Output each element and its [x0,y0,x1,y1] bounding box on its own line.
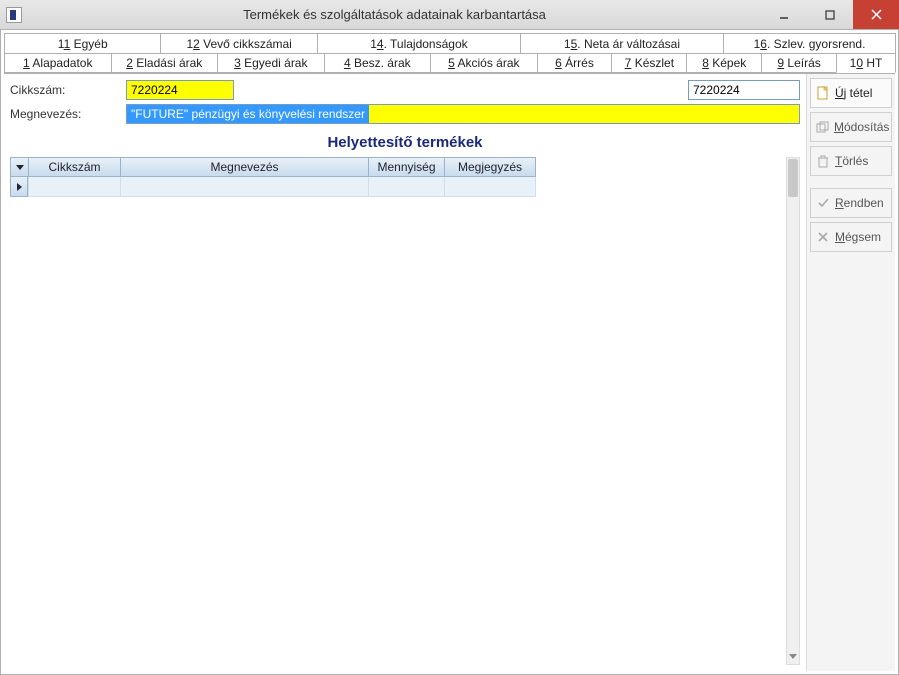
tab-12-vevo[interactable]: 12 Vevő cikkszámai [160,33,317,53]
scrollbar-vertical[interactable] [786,157,800,665]
scrollbar-down-icon[interactable] [787,649,799,663]
button-torles[interactable]: Törlés [810,146,892,176]
cell-cikkszam[interactable] [28,177,120,197]
grid-wrap: Cikkszám Megnevezés Mennyiség Megjegyzés [10,157,800,665]
tab-16-szlev[interactable]: 16. Szlev. gyorsrend. [723,33,896,53]
grid-header: Cikkszám Megnevezés Mennyiség Megjegyzés [10,157,786,177]
cell-mennyiseg[interactable] [368,177,444,197]
side-pane: Új tétel Módosítás Törlés Rendben [807,74,895,671]
cancel-icon [816,231,830,243]
button-rendben[interactable]: Rendben [810,188,892,218]
app-icon [6,7,22,23]
tab-row-lower: 1 Alapadatok 2 Eladási árak 3 Egyedi ára… [4,53,895,73]
form-area: Cikkszám: Megnevezés: "FUTURE" pénzügyi … [4,74,806,130]
input-cikkszam[interactable] [126,80,234,100]
window-body: 11 Egyéb 12 Vevő cikkszámai 14. Tulajdon… [0,30,899,675]
grid-row[interactable] [10,177,786,197]
tabs: 11 Egyéb 12 Vevő cikkszámai 14. Tulajdon… [1,30,898,73]
label-megnevezes: Megnevezés: [10,107,126,121]
header-megnevezes[interactable]: Megnevezés [120,157,368,177]
input-cikkszam-right[interactable] [688,80,800,100]
button-uj-tetel[interactable]: Új tétel [810,78,892,108]
row-megnevezes: Megnevezés: "FUTURE" pénzügyi és könyvel… [10,104,800,124]
header-selector[interactable] [10,157,28,177]
header-megjegyzes[interactable]: Megjegyzés [444,157,536,177]
tab-11-egyeb[interactable]: 11 Egyéb [4,33,161,53]
titlebar: Termékek és szolgáltatások adatainak kar… [0,0,899,30]
tab-5-akcios[interactable]: 5 Akciós árak [430,53,538,73]
tab-row-upper: 11 Egyéb 12 Vevő cikkszámai 14. Tulajdon… [4,33,895,53]
window-title: Termékek és szolgáltatások adatainak kar… [28,7,761,22]
tab-7-keszlet[interactable]: 7 Készlet [611,53,687,73]
scrollbar-thumb[interactable] [788,159,798,197]
new-icon [816,86,830,100]
close-button[interactable] [853,0,899,29]
row-cikkszam: Cikkszám: [10,80,800,100]
row-handle[interactable] [10,177,28,197]
check-icon [816,197,830,209]
cell-megjegyzes[interactable] [444,177,536,197]
tab-3-egyedi[interactable]: 3 Egyedi árak [217,53,325,73]
section-heading: Helyettesítő termékek [4,130,806,157]
minimize-button[interactable] [761,0,807,29]
maximize-button[interactable] [807,0,853,29]
tab-4-besz[interactable]: 4 Besz. árak [324,53,432,73]
button-modositas[interactable]: Módosítás [810,112,892,142]
tab-9-leiras[interactable]: 9 Leírás [761,53,837,73]
button-megsem[interactable]: Mégsem [810,222,892,252]
tab-14-tulajdonsagok[interactable]: 14. Tulajdonságok [317,33,521,53]
edit-icon [816,121,829,134]
tab-10-ht[interactable]: 10 HT [836,53,896,73]
tab-6-arres[interactable]: 6 Árrés [537,53,613,73]
grid: Cikkszám Megnevezés Mennyiség Megjegyzés [10,157,786,665]
tab-8-kepek[interactable]: 8 Képek [686,53,762,73]
header-mennyiseg[interactable]: Mennyiség [368,157,444,177]
tab-2-eladasi[interactable]: 2 Eladási árak [111,53,219,73]
tab-1-alapadatok[interactable]: 1 Alapadatok [4,53,112,73]
tab-15-neta[interactable]: 15. Neta ár változásai [520,33,724,53]
input-megnevezes[interactable]: "FUTURE" pénzügyi és könyvelési rendszer [126,104,800,124]
content-area: Cikkszám: Megnevezés: "FUTURE" pénzügyi … [4,73,895,671]
label-cikkszam: Cikkszám: [10,83,126,97]
window-buttons [761,0,899,29]
main-pane: Cikkszám: Megnevezés: "FUTURE" pénzügyi … [4,74,807,671]
cell-megnevezes[interactable] [120,177,368,197]
header-cikkszam[interactable]: Cikkszám [28,157,120,177]
trash-icon [816,155,830,168]
